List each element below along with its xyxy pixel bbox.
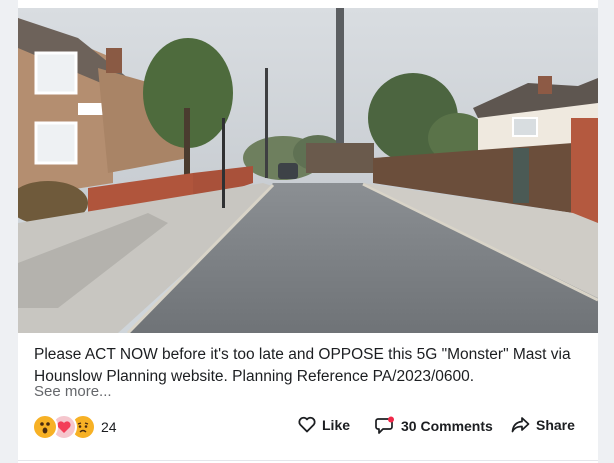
share-button[interactable]: Share	[511, 416, 575, 433]
like-heart-icon	[298, 416, 316, 433]
street-scene-image	[18, 8, 598, 333]
share-arrow-icon	[511, 416, 530, 433]
comments-button[interactable]: 30 Comments	[375, 416, 493, 435]
post-caption: Please ACT NOW before it's too late and …	[34, 346, 571, 385]
wow-emoji-icon	[32, 414, 58, 440]
like-label: Like	[322, 416, 351, 433]
comment-bubble-icon	[375, 416, 395, 435]
share-label: Share	[536, 416, 575, 433]
like-button[interactable]: Like	[298, 416, 350, 433]
reactions-summary[interactable]: 24	[32, 414, 117, 440]
comments-label: 30 Comments	[401, 417, 493, 434]
post-card: Please ACT NOW before it's too late and …	[18, 0, 598, 463]
divider	[18, 460, 598, 461]
post-actions-bar: 24 Like 30 Comments Share	[18, 410, 598, 446]
see-more-link[interactable]: See more...	[34, 383, 112, 400]
reaction-count: 24	[101, 419, 117, 435]
post-photo[interactable]	[18, 8, 598, 333]
